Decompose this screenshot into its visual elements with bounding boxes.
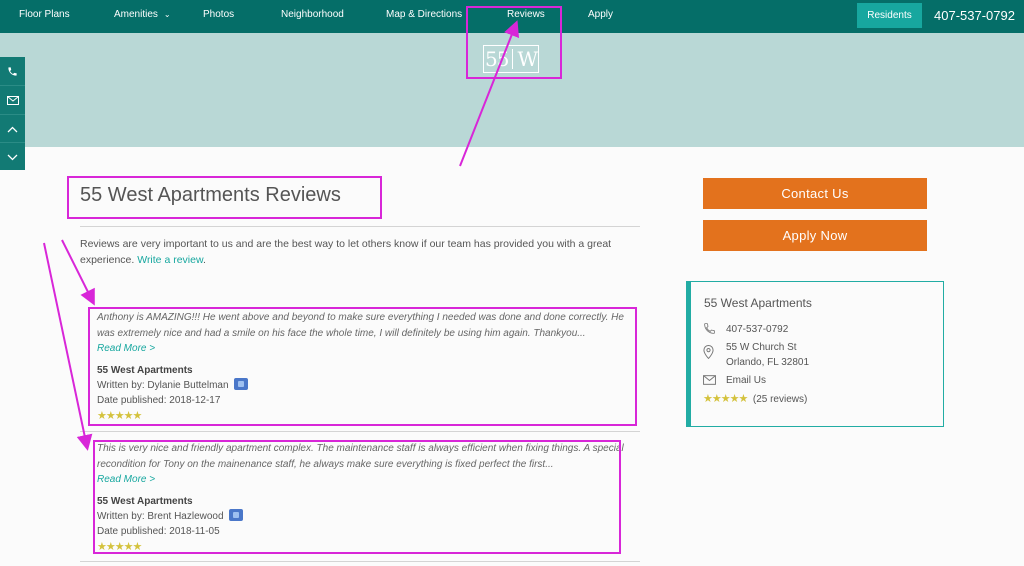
annotation-box-page-title bbox=[67, 176, 382, 219]
nav-item-neighborhood[interactable]: Neighborhood bbox=[281, 9, 344, 20]
annotation-arrow-to-review-2 bbox=[43, 242, 93, 451]
review-divider bbox=[80, 431, 640, 432]
property-info-card: 55 West Apartments 407-537-0792 55 W Chu… bbox=[686, 281, 944, 427]
nav-item-floor-plans[interactable]: Floor Plans bbox=[19, 9, 70, 20]
phone-icon bbox=[704, 323, 715, 334]
side-tab-scroll-down[interactable] bbox=[0, 142, 25, 171]
property-name: 55 West Apartments bbox=[704, 296, 812, 310]
card-stars: ★★★★★ bbox=[703, 393, 748, 405]
envelope-icon bbox=[6, 95, 19, 105]
map-pin-icon bbox=[703, 345, 714, 359]
side-tab-phone[interactable] bbox=[0, 57, 25, 85]
card-address-line2[interactable]: Orlando, FL 32801 bbox=[726, 355, 809, 370]
side-contact-tabs bbox=[0, 57, 25, 170]
annotation-box-reviews-nav bbox=[466, 6, 562, 79]
nav-item-apply[interactable]: Apply bbox=[588, 9, 613, 20]
review-divider bbox=[80, 561, 640, 562]
phone-icon bbox=[8, 66, 17, 76]
nav-item-label: Amenities bbox=[114, 9, 158, 20]
side-tab-scroll-up[interactable] bbox=[0, 114, 25, 143]
nav-item-map-directions[interactable]: Map & Directions bbox=[386, 9, 462, 20]
chevron-up-icon bbox=[7, 126, 18, 132]
nav-item-photos[interactable]: Photos bbox=[203, 9, 234, 20]
card-phone-number[interactable]: 407-537-0792 bbox=[726, 322, 788, 337]
title-divider bbox=[80, 226, 640, 227]
card-email-link[interactable]: Email Us bbox=[726, 373, 766, 388]
contact-us-button[interactable]: Contact Us bbox=[703, 178, 927, 209]
apply-now-button[interactable]: Apply Now bbox=[703, 220, 927, 251]
intro-end: . bbox=[202, 253, 206, 266]
side-tab-email[interactable] bbox=[0, 85, 25, 114]
annotation-box-review-1 bbox=[88, 307, 637, 426]
chevron-down-icon: ⌄ bbox=[163, 10, 171, 19]
annotation-box-review-2 bbox=[93, 440, 621, 554]
card-reviews-count: (25 reviews) bbox=[752, 394, 808, 405]
write-review-link[interactable]: Write a review bbox=[137, 254, 203, 266]
envelope-icon bbox=[703, 375, 716, 385]
nav-item-amenities[interactable]: Amenities ⌄ bbox=[114, 9, 171, 20]
card-rating: ★★★★★ (25 reviews) bbox=[703, 392, 807, 407]
card-address-line1[interactable]: 55 W Church St bbox=[726, 340, 797, 355]
chevron-down-icon bbox=[7, 154, 18, 160]
reviews-intro: Reviews are very important to us and are… bbox=[80, 237, 625, 268]
residents-button[interactable]: Residents bbox=[857, 3, 922, 28]
header-phone-number[interactable]: 407-537-0792 bbox=[934, 8, 1015, 23]
